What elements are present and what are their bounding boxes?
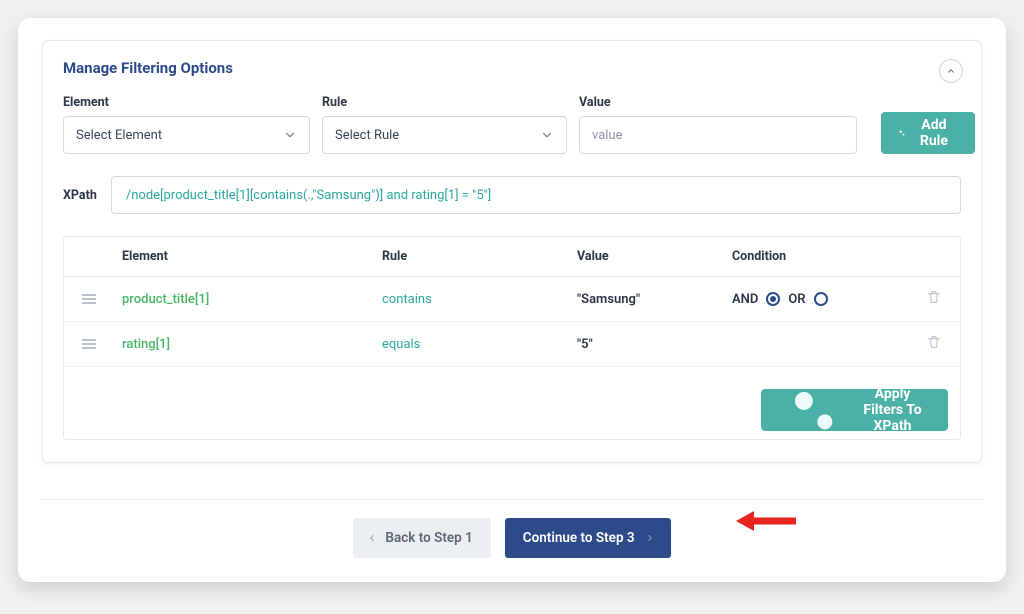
page-container: Manage Filtering Options Element Select … xyxy=(18,18,1006,582)
table-header: Element Rule Value Condition xyxy=(64,237,960,277)
apply-filters-label: Apply Filters To XPath xyxy=(859,386,926,434)
trash-icon xyxy=(926,334,942,350)
condition-or-radio[interactable] xyxy=(814,292,828,306)
row-element: product_title[1] xyxy=(122,292,382,307)
value-field: Value value xyxy=(579,95,857,154)
row-value: "5" xyxy=(577,337,732,352)
xpath-expression: /node[product_title[1][contains(.,"Samsu… xyxy=(126,188,491,203)
footer-actions: Back to Step 1 Continue to Step 3 xyxy=(42,499,982,558)
xpath-label: XPath xyxy=(63,188,97,203)
table-row: product_title[1] contains "Samsung" AND … xyxy=(64,277,960,322)
condition-and-label: AND xyxy=(732,292,758,307)
element-field: Element Select Element xyxy=(63,95,310,154)
trash-icon xyxy=(926,289,942,305)
drag-handle-icon[interactable] xyxy=(82,339,122,349)
value-label: Value xyxy=(579,95,857,110)
condition-group: AND OR xyxy=(732,292,912,307)
add-rule-label: Add Rule xyxy=(917,117,951,149)
col-header-element: Element xyxy=(122,249,382,264)
delete-row-button[interactable] xyxy=(926,339,942,354)
delete-row-button[interactable] xyxy=(926,294,942,309)
filtering-card: Manage Filtering Options Element Select … xyxy=(42,40,982,463)
continue-label: Continue to Step 3 xyxy=(523,530,635,546)
row-rule: equals xyxy=(382,337,577,352)
condition-or-label: OR xyxy=(788,292,805,307)
xpath-input[interactable]: /node[product_title[1][contains(.,"Samsu… xyxy=(111,176,961,214)
apply-row: Apply Filters To XPath xyxy=(64,367,960,439)
callout-arrow xyxy=(736,506,796,540)
gears-icon xyxy=(897,125,907,141)
chevron-up-icon xyxy=(946,66,956,76)
chevron-down-icon xyxy=(540,128,554,142)
arrow-left-icon xyxy=(736,506,796,536)
chevron-right-icon xyxy=(645,533,655,543)
rule-field: Rule Select Rule xyxy=(322,95,567,154)
apply-filters-button[interactable]: Apply Filters To XPath xyxy=(761,389,948,431)
add-rule-button[interactable]: Add Rule xyxy=(881,112,975,154)
gears-icon xyxy=(777,374,849,440)
element-select-value: Select Element xyxy=(76,128,162,143)
collapse-toggle[interactable] xyxy=(939,59,963,83)
row-value: "Samsung" xyxy=(577,292,732,307)
col-header-condition: Condition xyxy=(732,249,912,264)
condition-and-radio[interactable] xyxy=(766,292,780,306)
back-label: Back to Step 1 xyxy=(385,530,472,546)
back-button[interactable]: Back to Step 1 xyxy=(353,518,490,558)
continue-button[interactable]: Continue to Step 3 xyxy=(505,518,671,558)
element-select[interactable]: Select Element xyxy=(63,116,310,154)
rule-select[interactable]: Select Rule xyxy=(322,116,567,154)
selectors-row: Element Select Element Rule Select Rule … xyxy=(63,95,961,154)
col-header-rule: Rule xyxy=(382,249,577,264)
value-placeholder: value xyxy=(592,128,623,143)
drag-handle-icon[interactable] xyxy=(82,294,122,304)
row-element: rating[1] xyxy=(122,337,382,352)
rules-table: Element Rule Value Condition product_tit… xyxy=(63,236,961,440)
col-header-value: Value xyxy=(577,249,732,264)
chevron-down-icon xyxy=(283,128,297,142)
section-title: Manage Filtering Options xyxy=(63,59,961,77)
xpath-row: XPath /node[product_title[1][contains(.,… xyxy=(63,176,961,214)
value-input[interactable]: value xyxy=(579,116,857,154)
rule-label: Rule xyxy=(322,95,567,110)
element-label: Element xyxy=(63,95,310,110)
rule-select-value: Select Rule xyxy=(335,128,399,143)
table-row: rating[1] equals "5" xyxy=(64,322,960,367)
chevron-left-icon xyxy=(367,533,377,543)
row-rule: contains xyxy=(382,292,577,307)
